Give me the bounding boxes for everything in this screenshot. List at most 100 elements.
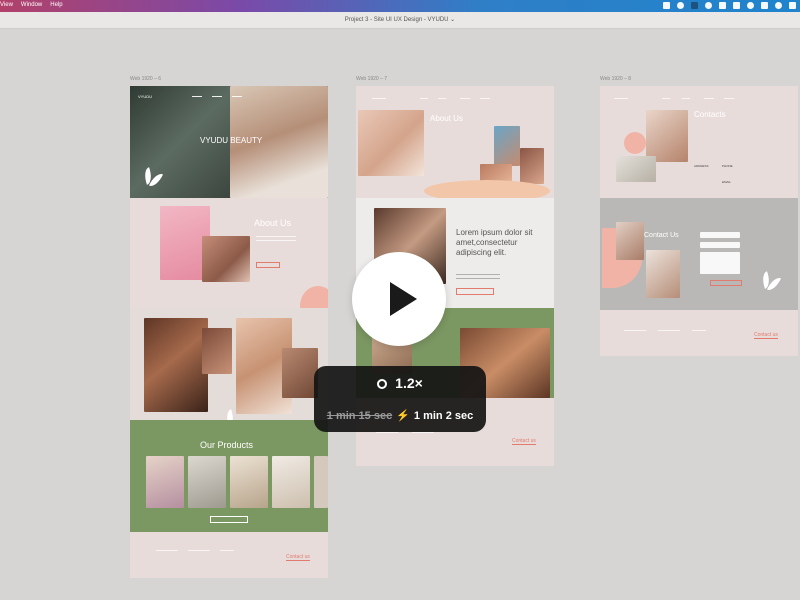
product-card[interactable] — [314, 456, 328, 508]
bluetooth-icon[interactable] — [719, 2, 726, 9]
frame-label-6[interactable]: Web 1920 – 6 — [130, 76, 161, 82]
nav-link[interactable] — [704, 98, 714, 99]
footer-link[interactable] — [376, 432, 398, 433]
about-hero-section: About Us — [356, 86, 554, 202]
menu-window[interactable]: Window — [21, 2, 42, 8]
nav-link[interactable] — [438, 98, 446, 99]
contact-image — [616, 222, 644, 260]
gauge-icon — [377, 379, 388, 389]
new-duration: 1 min 2 sec — [413, 410, 474, 422]
menu-bar: View Window Help — [0, 0, 800, 12]
footer-contact-link[interactable]: Contact us — [286, 554, 310, 561]
window-title: Project 3 - Site UI UX Design - VYUDU ⌄ — [0, 12, 800, 29]
chevron-down-icon[interactable]: ⌄ — [450, 17, 455, 23]
original-duration: 1 min 15 sec — [326, 410, 393, 422]
leaf-logo-icon — [766, 275, 782, 293]
footer-section: Contact us — [130, 532, 328, 578]
gallery-image-right — [282, 348, 318, 398]
contact-form-title: Contact Us — [644, 232, 679, 239]
name-input[interactable] — [700, 232, 740, 238]
app-status-icon[interactable] — [691, 2, 698, 9]
view-products-button[interactable] — [210, 516, 248, 523]
play-button[interactable] — [352, 252, 446, 346]
nav-link[interactable] — [682, 98, 690, 99]
gallery-image-woman — [144, 318, 208, 412]
contacts-title: Contacts — [694, 110, 726, 119]
frame-web-8[interactable]: Contacts ADDRESS PHONE EMAIL Contact Us … — [600, 86, 798, 356]
contacts-product-image — [616, 156, 656, 182]
text-line — [256, 240, 296, 241]
nav-link[interactable] — [420, 98, 428, 99]
speed-value: 1.2× — [395, 375, 423, 391]
message-input[interactable] — [700, 252, 740, 274]
menu-help[interactable]: Help — [50, 2, 62, 8]
frame-web-6[interactable]: VYUDU VYUDU BEAUTY About Us Our Products — [130, 86, 328, 578]
sync-icon[interactable] — [677, 2, 684, 9]
dropbox-icon[interactable] — [663, 2, 670, 9]
duration-comparison: 1 min 15 sec ⚡ 1 min 2 sec — [314, 409, 486, 422]
nav-link[interactable] — [724, 98, 734, 99]
learn-more-button[interactable] — [256, 262, 280, 268]
nav-link[interactable] — [192, 96, 202, 97]
footer-link[interactable] — [624, 330, 646, 331]
nav-link[interactable] — [460, 98, 470, 99]
product-card[interactable] — [272, 456, 310, 508]
contact-form-section: Contact Us — [600, 198, 798, 310]
footer-link[interactable] — [188, 550, 210, 551]
hero-title: VYUDU BEAUTY — [200, 136, 263, 145]
email-input[interactable] — [700, 242, 740, 248]
address-label: ADDRESS — [694, 164, 709, 168]
learn-more-button[interactable] — [456, 288, 494, 295]
brand-logo[interactable] — [614, 98, 628, 99]
contact-image — [646, 250, 680, 298]
text-line — [456, 278, 500, 279]
footer-link[interactable] — [692, 330, 706, 331]
gallery-section — [130, 308, 328, 427]
products-title: Our Products — [200, 440, 254, 450]
menu-view[interactable]: View — [0, 2, 13, 8]
control-center-icon[interactable] — [761, 2, 768, 9]
brand-logo[interactable] — [372, 98, 386, 99]
about-title: About Us — [430, 114, 463, 123]
notification-icon[interactable] — [789, 2, 796, 9]
nav-link[interactable] — [212, 96, 222, 97]
hero-section: VYUDU VYUDU BEAUTY — [130, 86, 328, 198]
nav-link[interactable] — [232, 96, 242, 97]
contacts-section: Contacts ADDRESS PHONE EMAIL — [600, 86, 798, 198]
contacts-image — [646, 110, 688, 162]
about-image-blue — [494, 126, 520, 166]
play-icon — [390, 282, 417, 316]
file-title[interactable]: Project 3 - Site UI UX Design - VYUDU — [345, 17, 449, 23]
playback-speed-badge: 1.2× 1 min 15 sec ⚡ 1 min 2 sec — [314, 366, 486, 432]
email-label: EMAIL — [722, 180, 732, 184]
about-image-face — [520, 148, 544, 184]
footer-contact-link[interactable]: Contact us — [754, 332, 778, 339]
product-card[interactable] — [230, 456, 268, 508]
moon-icon[interactable] — [775, 2, 782, 9]
wifi-icon[interactable] — [705, 2, 712, 9]
footer-link[interactable] — [658, 330, 680, 331]
bolt-icon: ⚡ — [396, 410, 410, 422]
product-card[interactable] — [188, 456, 226, 508]
brand-logo[interactable]: VYUDU — [138, 94, 152, 99]
footer-link[interactable] — [156, 550, 178, 551]
send-button[interactable] — [710, 280, 742, 286]
search-icon[interactable] — [747, 2, 754, 9]
decor-circle — [624, 132, 646, 154]
phone-label: PHONE — [722, 164, 733, 168]
frame-label-8[interactable]: Web 1920 – 8 — [600, 76, 631, 82]
products-section: Our Products — [130, 420, 328, 532]
footer-link[interactable] — [220, 550, 234, 551]
frame-label-7[interactable]: Web 1920 – 7 — [356, 76, 387, 82]
nav-link[interactable] — [480, 98, 490, 99]
speed-rate: 1.2× — [314, 375, 486, 391]
footer-contact-link[interactable]: Contact us — [512, 438, 536, 445]
battery-icon[interactable] — [733, 2, 740, 9]
product-card[interactable] — [146, 456, 184, 508]
about-section: About Us — [130, 198, 328, 326]
footer-section: Contact us — [600, 310, 798, 356]
footer-link[interactable] — [412, 432, 434, 433]
text-line — [256, 236, 296, 237]
about-image-face — [202, 236, 250, 282]
nav-link[interactable] — [662, 98, 670, 99]
